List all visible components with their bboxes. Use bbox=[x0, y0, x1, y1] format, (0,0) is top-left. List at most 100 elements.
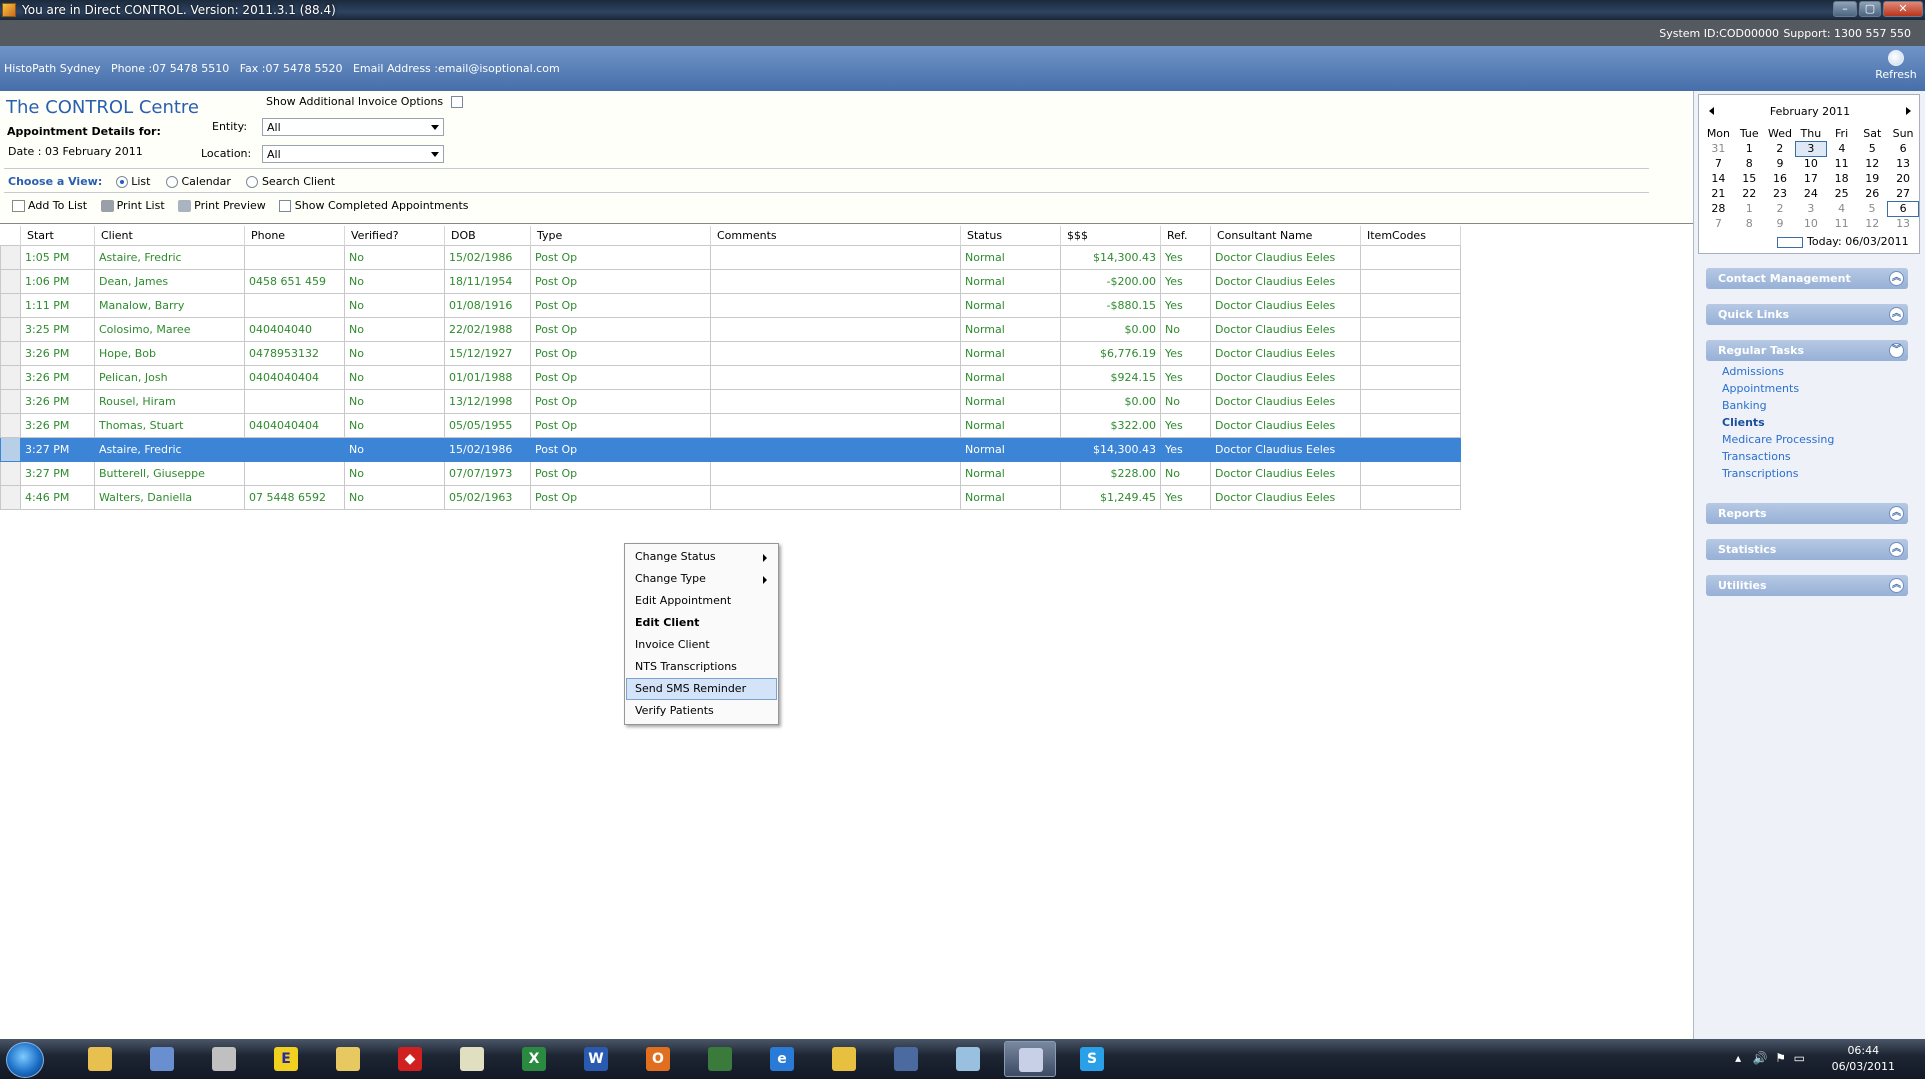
table-cell[interactable] bbox=[1360, 340, 1461, 366]
table-cell[interactable]: No bbox=[1160, 388, 1211, 414]
table-cell[interactable] bbox=[710, 244, 961, 270]
table-cell[interactable]: Yes bbox=[1160, 268, 1211, 294]
table-cell[interactable]: No bbox=[344, 316, 445, 342]
taskbar-word-button[interactable]: W bbox=[570, 1041, 622, 1077]
calendar-day[interactable]: 6 bbox=[1888, 141, 1919, 156]
table-cell[interactable]: Post Op bbox=[530, 364, 711, 390]
table-cell[interactable]: No bbox=[344, 268, 445, 294]
table-cell[interactable]: Post Op bbox=[530, 268, 711, 294]
table-cell[interactable]: Post Op bbox=[530, 292, 711, 318]
next-month-icon[interactable] bbox=[1906, 107, 1911, 115]
column-header[interactable]: Verified? bbox=[344, 226, 445, 245]
table-cell[interactable]: 18/11/1954 bbox=[444, 268, 531, 294]
table-cell[interactable]: 22/02/1988 bbox=[444, 316, 531, 342]
calendar-day[interactable]: 21 bbox=[1703, 186, 1734, 201]
chevron-up-icon[interactable]: ︽ bbox=[1889, 271, 1904, 286]
table-row[interactable]: 3:26 PM Rousel, Hiram No 13/12/1998 Post Op N… bbox=[0, 388, 1461, 414]
table-cell[interactable]: Doctor Claudius Eeles bbox=[1210, 484, 1361, 510]
calendar-day[interactable]: 9 bbox=[1765, 156, 1796, 171]
show-invoice-options-checkbox[interactable] bbox=[450, 96, 463, 108]
maximize-button[interactable]: ▢ bbox=[1859, 1, 1881, 17]
table-cell[interactable]: $322.00 bbox=[1060, 412, 1161, 438]
task-link-banking[interactable]: Banking bbox=[1722, 399, 1834, 416]
table-cell[interactable] bbox=[1360, 316, 1461, 342]
calendar-day[interactable]: 8 bbox=[1734, 216, 1765, 231]
column-header[interactable]: Client bbox=[94, 226, 245, 245]
table-cell[interactable]: Normal bbox=[960, 292, 1061, 318]
taskbar-control-app-button[interactable] bbox=[1004, 1041, 1056, 1077]
table-cell[interactable] bbox=[710, 460, 961, 486]
location-select[interactable]: All bbox=[262, 145, 444, 163]
row-selector[interactable] bbox=[0, 460, 21, 486]
table-row[interactable]: 3:27 PM Astaire, Fredric No 15/02/1986 Post … bbox=[0, 436, 1461, 462]
table-cell[interactable]: Manalow, Barry bbox=[94, 292, 245, 318]
table-cell[interactable]: Normal bbox=[960, 484, 1061, 510]
calendar-day[interactable]: 1 bbox=[1734, 201, 1765, 216]
calendar-day[interactable]: 4 bbox=[1826, 201, 1857, 216]
task-link-transactions[interactable]: Transactions bbox=[1722, 450, 1834, 467]
chevron-down-icon[interactable]: ︾ bbox=[1889, 343, 1904, 358]
table-cell[interactable]: Yes bbox=[1160, 436, 1211, 462]
table-cell[interactable]: Normal bbox=[960, 316, 1061, 342]
table-row[interactable]: 4:46 PM Walters, Daniella 07 5448 6592 No 05… bbox=[0, 484, 1461, 510]
table-cell[interactable]: 3:26 PM bbox=[20, 388, 95, 414]
table-cell[interactable]: Normal bbox=[960, 244, 1061, 270]
table-cell[interactable]: 0458 651 459 bbox=[244, 268, 345, 294]
table-row[interactable]: 1:11 PM Manalow, Barry No 01/08/1916 Post Op… bbox=[0, 292, 1461, 318]
table-row[interactable]: 1:05 PM Astaire, Fredric No 15/02/1986 Post … bbox=[0, 244, 1461, 270]
chevron-up-icon[interactable]: ︽ bbox=[1889, 578, 1904, 593]
table-cell[interactable]: 0404040404 bbox=[244, 412, 345, 438]
table-cell[interactable] bbox=[244, 244, 345, 270]
table-cell[interactable]: Post Op bbox=[530, 412, 711, 438]
taskbar-red-app-button[interactable]: ◆ bbox=[384, 1041, 436, 1077]
table-cell[interactable]: 0478953132 bbox=[244, 340, 345, 366]
table-cell[interactable]: Normal bbox=[960, 364, 1061, 390]
task-link-medicare-processing[interactable]: Medicare Processing bbox=[1722, 433, 1834, 450]
task-link-clients[interactable]: Clients bbox=[1722, 416, 1834, 433]
table-cell[interactable]: $228.00 bbox=[1060, 460, 1161, 486]
calendar-day[interactable]: 26 bbox=[1857, 186, 1888, 201]
table-cell[interactable]: Doctor Claudius Eeles bbox=[1210, 436, 1361, 462]
table-cell[interactable]: Hope, Bob bbox=[94, 340, 245, 366]
task-link-transcriptions[interactable]: Transcriptions bbox=[1722, 467, 1834, 484]
view-option-calendar[interactable]: Calendar bbox=[165, 175, 231, 188]
table-cell[interactable]: Doctor Claudius Eeles bbox=[1210, 412, 1361, 438]
table-cell[interactable]: No bbox=[344, 292, 445, 318]
table-cell[interactable]: No bbox=[344, 340, 445, 366]
calendar-day[interactable]: 3 bbox=[1795, 201, 1826, 216]
table-cell[interactable]: $0.00 bbox=[1060, 388, 1161, 414]
calendar-day[interactable]: 31 bbox=[1703, 141, 1734, 156]
taskbar-folder-button[interactable] bbox=[322, 1041, 374, 1077]
table-cell[interactable]: Doctor Claudius Eeles bbox=[1210, 460, 1361, 486]
calendar-day[interactable]: 1 bbox=[1734, 141, 1765, 156]
table-cell[interactable]: 15/12/1927 bbox=[444, 340, 531, 366]
table-row[interactable]: 3:25 PM Colosimo, Maree 040404040 No 22/02/1… bbox=[0, 316, 1461, 342]
table-cell[interactable]: Yes bbox=[1160, 292, 1211, 318]
refresh-button[interactable]: Refresh bbox=[1875, 50, 1917, 88]
table-cell[interactable] bbox=[1360, 292, 1461, 318]
calendar-day[interactable]: 18 bbox=[1826, 171, 1857, 186]
table-cell[interactable]: 3:27 PM bbox=[20, 436, 95, 462]
table-cell[interactable]: Post Op bbox=[530, 388, 711, 414]
calendar-day[interactable]: 7 bbox=[1703, 156, 1734, 171]
network-icon[interactable]: ▭ bbox=[1794, 1051, 1805, 1065]
table-cell[interactable] bbox=[244, 436, 345, 462]
table-cell[interactable]: Doctor Claudius Eeles bbox=[1210, 316, 1361, 342]
table-row[interactable]: 3:26 PM Hope, Bob 0478953132 No 15/12/1927 Po… bbox=[0, 340, 1461, 366]
table-cell[interactable]: Normal bbox=[960, 388, 1061, 414]
table-cell[interactable]: 1:06 PM bbox=[20, 268, 95, 294]
menu-item-nts-transcriptions[interactable]: NTS Transcriptions bbox=[626, 656, 777, 678]
column-header[interactable]: Start bbox=[20, 226, 95, 245]
table-cell[interactable]: $14,300.43 bbox=[1060, 244, 1161, 270]
table-cell[interactable]: 07/07/1973 bbox=[444, 460, 531, 486]
view-option-list[interactable]: List bbox=[115, 175, 150, 188]
today-link[interactable]: Today: 06/03/2011 bbox=[1777, 235, 1909, 248]
row-selector[interactable] bbox=[0, 412, 21, 438]
table-cell[interactable]: Pelican, Josh bbox=[94, 364, 245, 390]
close-button[interactable]: ✕ bbox=[1883, 1, 1923, 17]
table-cell[interactable]: 0404040404 bbox=[244, 364, 345, 390]
calendar-day[interactable]: 3 bbox=[1794, 140, 1827, 157]
table-cell[interactable]: Butterell, Giuseppe bbox=[94, 460, 245, 486]
table-cell[interactable]: $6,776.19 bbox=[1060, 340, 1161, 366]
taskbar-monitor-button[interactable] bbox=[694, 1041, 746, 1077]
